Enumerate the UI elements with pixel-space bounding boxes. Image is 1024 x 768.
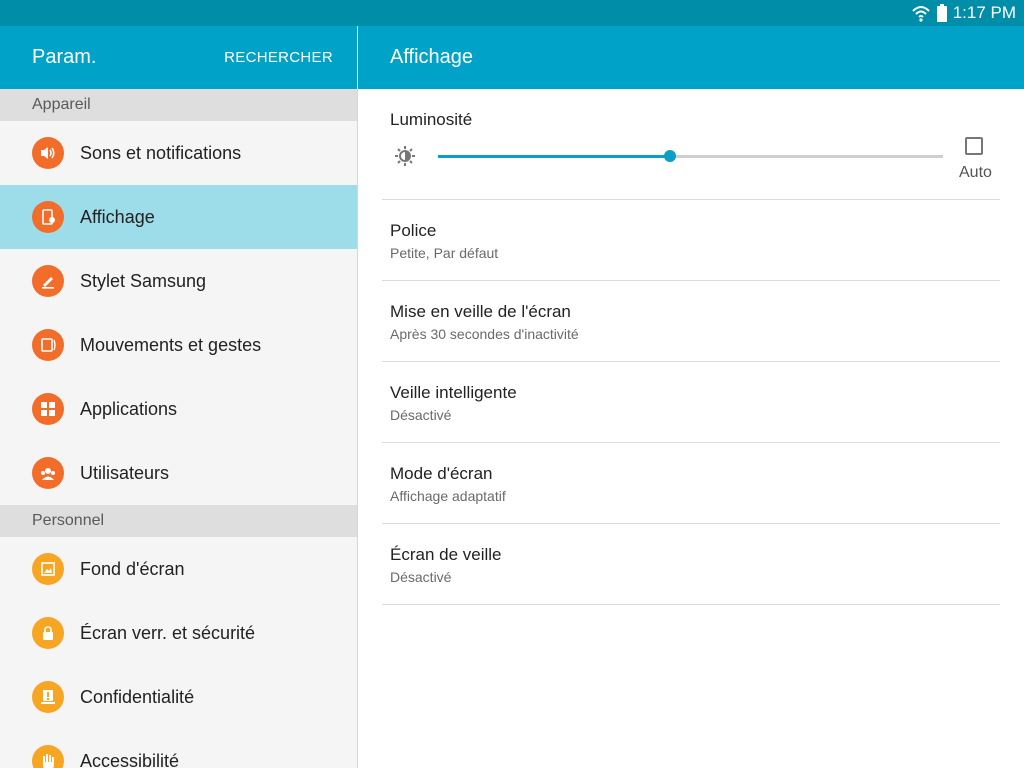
hand-icon	[32, 745, 64, 768]
setting-daydream[interactable]: Écran de veille Désactivé	[358, 524, 1000, 604]
status-time: 1:17 PM	[952, 3, 1016, 22]
pen-icon	[32, 265, 64, 297]
sidebar-item-label: Confidentialité	[80, 686, 195, 707]
setting-title: Écran de veille	[390, 545, 502, 564]
brightness-sun-icon	[395, 146, 415, 166]
auto-brightness-checkbox[interactable]	[965, 137, 983, 155]
sidebar-item-accessibility[interactable]: Accessibilité	[0, 729, 357, 768]
sidebar-item-privacy[interactable]: Confidentialité	[0, 665, 357, 729]
app-title: Param.	[32, 46, 97, 68]
wifi-icon	[911, 6, 930, 22]
sidebar-item-s-pen[interactable]: Stylet Samsung	[0, 249, 357, 313]
sidebar-item-label: Écran verr. et sécurité	[80, 622, 256, 643]
sidebar-item-sounds[interactable]: Sons et notifications	[0, 121, 357, 185]
status-bar: 1:17 PM	[0, 0, 1024, 26]
battery-icon	[936, 4, 947, 22]
setting-title: Mode d'écran	[390, 464, 493, 483]
wallpaper-icon	[32, 553, 64, 585]
setting-title: Mise en veille de l'écran	[390, 302, 571, 321]
apps-grid-icon	[32, 393, 64, 425]
setting-subtitle: Petite, Par défaut	[390, 245, 499, 261]
sidebar-item-motions[interactable]: Mouvements et gestes	[0, 313, 357, 377]
sidebar-item-label: Sons et notifications	[80, 142, 242, 163]
slider-thumb[interactable]	[664, 150, 677, 162]
settings-sidebar: Appareil Sons et notifications Affichage…	[0, 89, 357, 768]
setting-screen-timeout[interactable]: Mise en veille de l'écran Après 30 secon…	[358, 281, 1000, 361]
sidebar-item-label: Utilisateurs	[80, 462, 170, 483]
sidebar-item-lock-screen[interactable]: Écran verr. et sécurité	[0, 601, 357, 665]
sidebar-item-label: Mouvements et gestes	[80, 334, 262, 355]
section-header-personal: Personnel	[0, 505, 357, 537]
page-title: Affichage	[390, 46, 474, 68]
setting-title: Veille intelligente	[390, 383, 517, 402]
brightness-label: Luminosité	[390, 110, 473, 129]
setting-subtitle: Après 30 secondes d'inactivité	[390, 326, 579, 342]
setting-font[interactable]: Police Petite, Par défaut	[358, 200, 1000, 280]
setting-subtitle: Désactivé	[390, 407, 452, 423]
setting-screen-mode[interactable]: Mode d'écran Affichage adaptatif	[358, 443, 1000, 523]
display-icon	[32, 201, 64, 233]
brightness-slider[interactable]	[438, 150, 943, 162]
privacy-icon	[32, 681, 64, 713]
sidebar-item-applications[interactable]: Applications	[0, 377, 357, 441]
speaker-icon	[32, 137, 64, 169]
sidebar-item-wallpaper[interactable]: Fond d'écran	[0, 537, 357, 601]
search-button[interactable]: RECHERCHER	[224, 49, 333, 66]
brightness-setting: Luminosité Auto	[358, 89, 1000, 200]
sidebar-item-display[interactable]: Affichage	[0, 185, 357, 249]
setting-subtitle: Désactivé	[390, 569, 452, 585]
detail-app-bar: Affichage	[358, 26, 1024, 89]
display-settings-pane: Luminosité Auto Police Petite, Par défau…	[358, 89, 1024, 768]
setting-title: Police	[390, 221, 437, 240]
sidebar-item-users[interactable]: Utilisateurs	[0, 441, 357, 505]
setting-subtitle: Affichage adaptatif	[390, 488, 506, 504]
settings-app-bar: Param. RECHERCHER	[0, 26, 357, 89]
sidebar-item-label: Accessibilité	[80, 750, 180, 768]
sidebar-item-label: Affichage	[80, 206, 155, 227]
auto-brightness-label: Auto	[959, 164, 992, 181]
section-header-device: Appareil	[0, 89, 357, 121]
slider-fill	[438, 155, 671, 158]
gesture-icon	[32, 329, 64, 361]
lock-icon	[32, 617, 64, 649]
setting-smart-stay[interactable]: Veille intelligente Désactivé	[358, 362, 1000, 442]
sidebar-item-label: Fond d'écran	[80, 558, 185, 579]
sidebar-item-label: Stylet Samsung	[80, 270, 207, 291]
divider	[382, 604, 1000, 605]
users-icon	[32, 457, 64, 489]
sidebar-item-label: Applications	[80, 398, 178, 419]
